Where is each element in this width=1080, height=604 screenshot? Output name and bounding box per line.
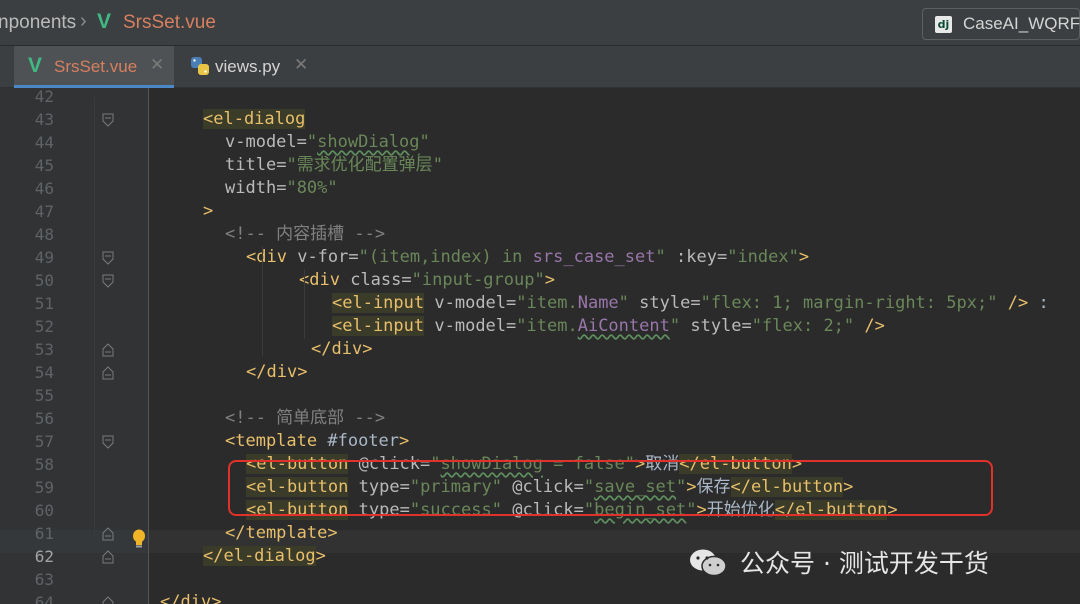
tab-views-py[interactable]: views.py ✕ bbox=[178, 46, 318, 88]
tab-srsset-vue[interactable]: V SrsSet.vue ✕ bbox=[14, 46, 174, 88]
code-line[interactable]: </div> bbox=[311, 338, 372, 361]
breadcrumb-parent[interactable]: nponents bbox=[0, 12, 76, 34]
breadcrumb-file[interactable]: SrsSet.vue bbox=[123, 12, 216, 34]
run-configuration-label: CaseAI_WQRF bbox=[963, 14, 1080, 33]
line-number: 46 bbox=[34, 179, 54, 198]
line-number: 62 bbox=[34, 547, 54, 566]
editor-tabs: V SrsSet.vue ✕ views.py ✕ bbox=[0, 46, 1080, 88]
line-number: 63 bbox=[34, 570, 54, 589]
close-icon[interactable]: ✕ bbox=[150, 55, 164, 75]
code-line[interactable]: <!-- 简单底部 --> bbox=[225, 407, 385, 430]
code-line[interactable]: <div v-for="(item,index) in srs_case_set… bbox=[246, 246, 809, 269]
code-line[interactable]: <el-input v-model="item.AiContent" style… bbox=[332, 315, 885, 338]
code-editor[interactable]: <el-dialog v-model="showDialog" title="需求优… bbox=[149, 88, 1080, 604]
fold-marker-icon[interactable] bbox=[102, 113, 114, 127]
fold-marker-icon[interactable] bbox=[102, 527, 114, 541]
line-number: 43 bbox=[34, 110, 54, 129]
python-icon bbox=[191, 57, 209, 75]
fold-marker-icon[interactable] bbox=[102, 274, 114, 288]
line-number: 52 bbox=[34, 317, 54, 336]
line-number: 48 bbox=[34, 225, 54, 244]
code-line[interactable]: </div> bbox=[246, 361, 307, 384]
code-line[interactable]: </div> bbox=[160, 591, 221, 604]
line-number: 60 bbox=[34, 501, 54, 520]
chevron-right-icon: › bbox=[80, 10, 87, 32]
tab-label: views.py bbox=[215, 57, 281, 76]
fold-marker-icon[interactable] bbox=[102, 251, 114, 265]
fold-marker-icon[interactable] bbox=[102, 366, 114, 380]
line-number: 47 bbox=[34, 202, 54, 221]
wechat-icon bbox=[690, 549, 727, 577]
annotation-highlight-box bbox=[228, 460, 993, 516]
code-line[interactable]: <el-dialog bbox=[203, 108, 306, 131]
fold-marker-icon[interactable] bbox=[102, 343, 114, 357]
line-number: 64 bbox=[34, 593, 54, 604]
code-line[interactable]: </template> bbox=[225, 522, 338, 545]
fold-marker-icon[interactable] bbox=[102, 550, 114, 564]
line-number: 54 bbox=[34, 363, 54, 382]
line-number: 49 bbox=[34, 248, 54, 267]
line-number: 58 bbox=[34, 455, 54, 474]
line-number: 50 bbox=[34, 271, 54, 290]
django-icon: dj bbox=[935, 16, 952, 33]
run-configuration-selector[interactable]: dj CaseAI_WQRF bbox=[922, 8, 1080, 40]
code-line[interactable]: title="需求优化配置弹层" bbox=[225, 154, 443, 177]
line-number: 59 bbox=[34, 478, 54, 497]
line-number: 53 bbox=[34, 340, 54, 359]
line-number: 57 bbox=[34, 432, 54, 451]
code-line[interactable]: > bbox=[203, 200, 213, 223]
line-number: 55 bbox=[34, 386, 54, 405]
watermark-text: 公众号 · 测试开发干货 bbox=[740, 549, 989, 578]
line-number: 42 bbox=[34, 87, 54, 106]
code-line[interactable]: <!-- 内容插槽 --> bbox=[225, 223, 385, 246]
code-line[interactable]: <el-input v-model="item.Name" style="fle… bbox=[332, 292, 1049, 315]
fold-marker-icon[interactable] bbox=[102, 435, 114, 449]
code-line[interactable]: width="80%" bbox=[225, 177, 338, 200]
vue-icon: V bbox=[97, 10, 112, 33]
line-number: 56 bbox=[34, 409, 54, 428]
vue-icon: V bbox=[28, 54, 43, 77]
line-number: 61 bbox=[34, 524, 54, 543]
line-number: 51 bbox=[34, 294, 54, 313]
indent-guide bbox=[304, 269, 305, 339]
line-number: 44 bbox=[34, 133, 54, 152]
code-line[interactable]: v-model="showDialog" bbox=[225, 131, 430, 154]
breadcrumb: nponents › V SrsSet.vue dj CaseAI_WQRF bbox=[0, 0, 1080, 46]
fold-marker-icon[interactable] bbox=[102, 596, 114, 604]
code-line[interactable]: <template #footer> bbox=[225, 430, 409, 453]
indent-guide bbox=[94, 97, 95, 537]
code-line[interactable]: <div class="input-group"> bbox=[299, 269, 555, 292]
close-icon[interactable]: ✕ bbox=[294, 55, 308, 75]
indent-guide bbox=[262, 246, 263, 356]
lightbulb-icon[interactable] bbox=[131, 529, 147, 549]
line-number: 45 bbox=[34, 156, 54, 175]
tab-label: SrsSet.vue bbox=[54, 57, 138, 76]
code-line[interactable]: </el-dialog> bbox=[203, 545, 326, 568]
